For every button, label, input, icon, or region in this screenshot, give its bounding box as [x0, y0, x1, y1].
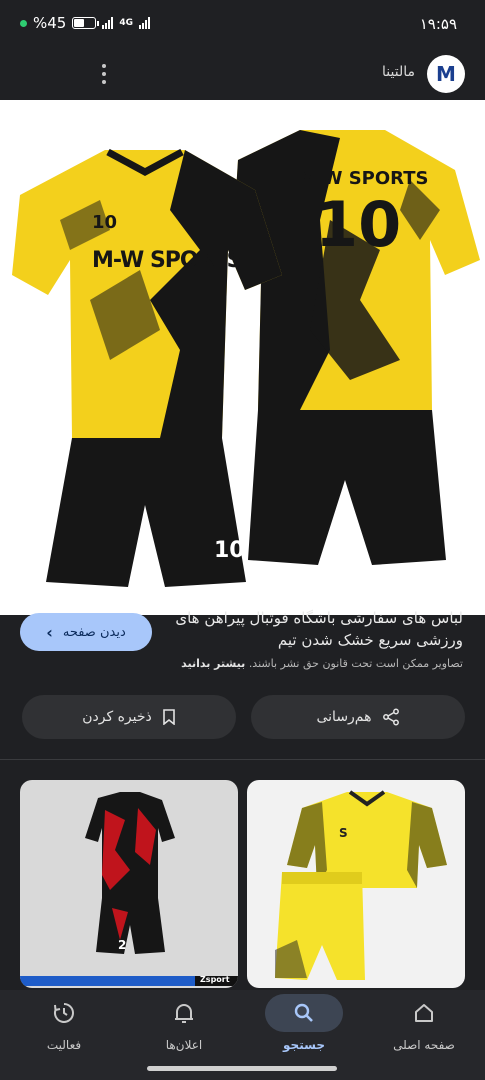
- back-jersey-number: 10: [315, 188, 402, 261]
- save-button[interactable]: ذخیره کردن: [22, 695, 236, 739]
- share-button[interactable]: هم‌رسانی: [251, 695, 465, 739]
- nav-home-label: صفحه اصلی: [393, 1038, 455, 1052]
- nav-home[interactable]: صفحه اصلی: [364, 990, 484, 1060]
- nav-activity[interactable]: فعالیت: [4, 990, 124, 1060]
- more-options-icon[interactable]: [94, 62, 114, 86]
- copyright-notice: تصاویر ممکن است تحت قانون حق نشر باشند. …: [181, 657, 463, 670]
- status-bar: %45 4G ۱۹:۵۹: [0, 0, 485, 48]
- network-type: 4G: [119, 17, 133, 28]
- front-jersey-number: 10: [92, 212, 118, 233]
- history-icon: [54, 1003, 74, 1023]
- share-icon: [382, 708, 399, 726]
- related-image-card[interactable]: S: [247, 780, 465, 988]
- related-image-card[interactable]: 2 Zsport: [20, 780, 238, 988]
- source-name[interactable]: مالتینا: [382, 64, 415, 80]
- divider: [0, 759, 485, 760]
- shorts-number: 10: [214, 538, 245, 563]
- notification-dot-icon: [20, 19, 27, 27]
- bookmark-icon: [162, 709, 175, 725]
- share-label: هم‌رسانی: [316, 709, 372, 725]
- related-number: 2: [118, 938, 127, 952]
- source-logo[interactable]: M: [427, 55, 465, 93]
- nav-notifications[interactable]: اعلان‌ها: [124, 990, 244, 1060]
- app-header: مالتینا M: [0, 48, 485, 100]
- visit-page-label: دیدن صفحه: [62, 624, 126, 640]
- search-icon: [294, 1003, 313, 1022]
- battery-percent: %45: [33, 14, 67, 32]
- yellow-kit-thumbnail: [275, 790, 447, 980]
- save-label: ذخیره کردن: [82, 709, 152, 725]
- home-icon: [415, 1004, 433, 1022]
- related-brand: Zsport: [200, 975, 230, 984]
- learn-more-link[interactable]: بیشتر بدانید: [181, 657, 245, 670]
- related-letter: S: [339, 826, 348, 840]
- front-jersey-text: M-W SPORTS: [92, 248, 242, 273]
- clock: ۱۹:۵۹: [419, 15, 457, 33]
- visit-page-button[interactable]: ‹ دیدن صفحه: [20, 613, 152, 651]
- chevron-left-icon: ‹: [46, 622, 53, 642]
- nav-activity-label: فعالیت: [46, 1038, 82, 1052]
- signal-icon-2: [139, 17, 150, 29]
- signal-icon: [102, 17, 114, 29]
- back-jersey-text: M-W SPORTS: [298, 168, 429, 189]
- red-kit-thumbnail: [20, 792, 238, 986]
- image-title[interactable]: لباس های سفارشی باشگاه فوتبال پیراهن های…: [163, 607, 463, 651]
- main-image[interactable]: M-W SPORTS 10 10 M-W SPORTS 10: [0, 100, 485, 615]
- nav-notifications-label: اعلان‌ها: [165, 1038, 203, 1052]
- bell-icon: [175, 1004, 193, 1023]
- home-indicator[interactable]: [147, 1066, 337, 1071]
- nav-search[interactable]: جستجو: [244, 990, 364, 1060]
- nav-search-label: جستجو: [283, 1038, 325, 1052]
- battery-icon: [72, 17, 100, 29]
